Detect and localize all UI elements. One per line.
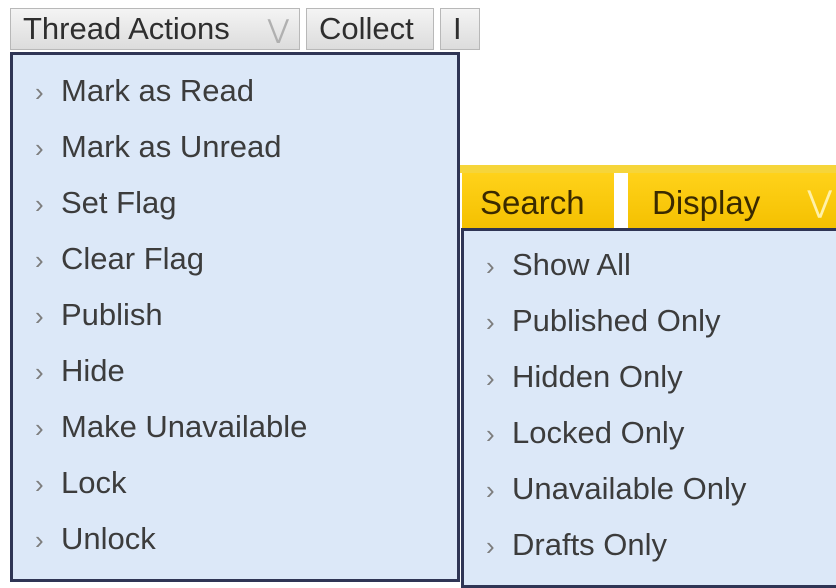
search-button[interactable]: Search	[462, 173, 614, 230]
yellow-toolbar-strip	[460, 165, 836, 173]
next-toolbar-button[interactable]: I	[440, 8, 480, 50]
arrow-icon: ›	[35, 77, 44, 107]
display-menu: › Show All › Published Only › Hidden Only ›…	[461, 228, 836, 588]
menu-item-label: Lock	[61, 465, 127, 500]
menu-item-label: Mark as Read	[61, 73, 254, 108]
thread-actions-button[interactable]: Thread Actions ⋁	[10, 8, 300, 50]
menu-item-label: Set Flag	[61, 185, 177, 220]
menu-item-mark-as-unread[interactable]: › Mark as Unread	[13, 123, 457, 179]
menu-item-label: Unlock	[61, 521, 156, 556]
menu-item-publish[interactable]: › Publish	[13, 291, 457, 347]
menu-item-set-flag[interactable]: › Set Flag	[13, 179, 457, 235]
menu-item-label: Hidden Only	[512, 359, 683, 394]
menu-item-label: Publish	[61, 297, 163, 332]
arrow-icon: ›	[486, 419, 495, 449]
menu-item-label: Drafts Only	[512, 527, 668, 562]
menu-item-lock[interactable]: › Lock	[13, 459, 457, 515]
next-toolbar-label: I	[453, 11, 462, 46]
menu-item-label: Unavailable Only	[512, 471, 747, 506]
menu-item-label: Published Only	[512, 303, 721, 338]
menu-item-clear-flag[interactable]: › Clear Flag	[13, 235, 457, 291]
arrow-icon: ›	[486, 307, 495, 337]
menu-item-mark-as-read[interactable]: › Mark as Read	[13, 67, 457, 123]
arrow-icon: ›	[35, 413, 44, 443]
chevron-down-icon: ⋁	[807, 186, 832, 219]
thread-actions-menu: › Mark as Read › Mark as Unread › Set Flag …	[10, 52, 460, 582]
arrow-icon: ›	[35, 469, 44, 499]
menu-item-label: Make Unavailable	[61, 409, 308, 444]
arrow-icon: ›	[486, 531, 495, 561]
menu-item-hidden-only[interactable]: › Hidden Only	[464, 353, 836, 409]
menu-item-label: Show All	[512, 247, 631, 282]
display-label: Display	[652, 184, 761, 221]
thread-actions-label: Thread Actions	[23, 11, 230, 46]
display-button[interactable]: Display ⋁	[628, 173, 836, 230]
arrow-icon: ›	[35, 357, 44, 387]
menu-item-hide[interactable]: › Hide	[13, 347, 457, 403]
menu-item-show-all[interactable]: › Show All	[464, 241, 836, 297]
arrow-icon: ›	[35, 525, 44, 555]
arrow-icon: ›	[486, 363, 495, 393]
arrow-icon: ›	[35, 245, 44, 275]
collect-label: Collect	[319, 11, 414, 46]
arrow-icon: ›	[486, 251, 495, 281]
arrow-icon: ›	[486, 475, 495, 505]
menu-item-make-unavailable[interactable]: › Make Unavailable	[13, 403, 457, 459]
arrow-icon: ›	[35, 189, 44, 219]
menu-item-label: Hide	[61, 353, 125, 388]
menu-item-unavailable-only[interactable]: › Unavailable Only	[464, 465, 836, 521]
arrow-icon: ›	[35, 301, 44, 331]
menu-item-unlock[interactable]: › Unlock	[13, 515, 457, 571]
menu-item-label: Clear Flag	[61, 241, 204, 276]
search-label: Search	[480, 184, 585, 221]
menu-item-published-only[interactable]: › Published Only	[464, 297, 836, 353]
collect-button[interactable]: Collect	[306, 8, 434, 50]
menu-item-label: Mark as Unread	[61, 129, 282, 164]
menu-item-locked-only[interactable]: › Locked Only	[464, 409, 836, 465]
arrow-icon: ›	[35, 133, 44, 163]
chevron-down-icon: ⋁	[267, 14, 289, 44]
menu-item-label: Locked Only	[512, 415, 685, 450]
